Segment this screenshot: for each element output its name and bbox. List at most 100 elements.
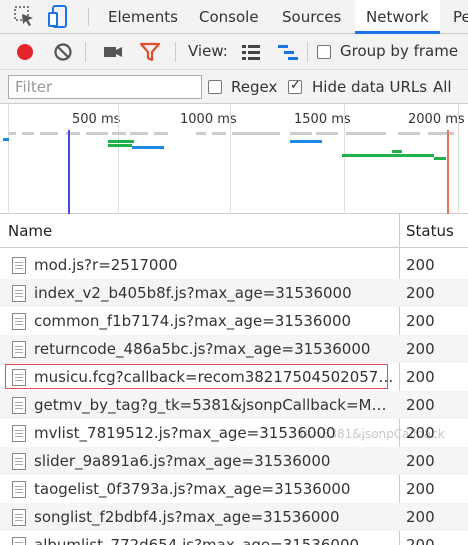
timeline-request-bar — [132, 146, 164, 149]
table-row[interactable]: songlist_f2bdbf4.js?max_age=31536000 200 — [0, 503, 468, 531]
timeline-activity-dash — [8, 132, 16, 135]
screenshot-camera-icon[interactable] — [102, 41, 124, 63]
regex-checkbox[interactable] — [208, 80, 222, 94]
request-status: 200 — [406, 340, 435, 358]
request-status: 200 — [406, 424, 435, 442]
request-name: returncode_486a5bc.js?max_age=31536000 — [34, 340, 371, 358]
table-row[interactable]: taogelist_0f3793a.js?max_age=31536000 20… — [0, 475, 468, 503]
timeline-tick-label: 500 ms — [72, 112, 121, 127]
load-event-line — [447, 130, 449, 214]
timeline-request-bar — [108, 140, 134, 143]
table-row[interactable]: mvlist_7819512.js?max_age=31536000 200 — [0, 419, 468, 447]
view-label: View: — [188, 42, 228, 60]
waterfall-icon[interactable] — [277, 41, 299, 63]
tab-network[interactable]: Network — [355, 0, 440, 34]
request-name: musicu.fcg?callback=recom382175045020579… — [34, 368, 394, 386]
request-status: 200 — [406, 368, 435, 386]
group-by-frame-label: Group by frame — [340, 42, 459, 60]
tab-console[interactable]: Console — [199, 0, 259, 34]
file-icon — [12, 453, 26, 470]
file-icon — [12, 341, 26, 358]
request-status: 200 — [406, 256, 435, 274]
timeline-activity-dash — [112, 132, 126, 135]
file-icon — [12, 537, 26, 545]
request-table-header: Name Status — [0, 214, 468, 248]
timeline-activity-dash — [196, 132, 206, 135]
request-name: common_f1b7174.js?max_age=31536000 — [34, 312, 352, 330]
request-status: 200 — [406, 480, 435, 498]
timeline-activity-dash — [22, 132, 34, 135]
file-icon — [12, 397, 26, 414]
request-name: mvlist_7819512.js?max_age=31536000 — [34, 424, 336, 442]
timeline-overview[interactable]: 500 ms 1000 ms 1500 ms 2000 ms — [0, 104, 468, 214]
timeline-gridline — [230, 104, 231, 214]
hide-data-urls-checkbox[interactable] — [288, 78, 302, 94]
timeline-tick-label: 1500 ms — [294, 112, 351, 127]
request-name: index_v2_b405b8f.js?max_age=31536000 — [34, 284, 352, 302]
request-status: 200 — [406, 396, 435, 414]
file-icon — [12, 313, 26, 330]
record-icon[interactable] — [14, 41, 36, 63]
table-row[interactable]: getmv_by_tag?g_tk=5381&jsonpCallback=Mus… — [0, 391, 468, 419]
filter-all-button[interactable]: All — [433, 78, 452, 96]
device-toggle-icon[interactable] — [46, 4, 72, 30]
request-status: 200 — [406, 536, 435, 545]
request-status: 200 — [406, 312, 435, 330]
toolbar-separator — [307, 42, 308, 62]
timeline-activity-dash — [428, 132, 454, 135]
timeline-request-bar — [290, 140, 322, 143]
timeline-tick-label: 2000 ms — [408, 112, 465, 127]
request-status: 200 — [406, 284, 435, 302]
tab-more[interactable]: Pe — [453, 0, 468, 34]
network-toolbar: View: Group by frame — [0, 34, 468, 70]
timeline-activity-dash — [154, 132, 168, 135]
cursor-select-icon[interactable] — [12, 4, 38, 30]
devtools-tab-bar: Elements Console Sources Network Pe — [0, 0, 468, 34]
timeline-gridline — [458, 104, 459, 214]
timeline-tick-label: 1000 ms — [180, 112, 237, 127]
table-row[interactable]: musicu.fcg?callback=recom382175045020579… — [0, 363, 468, 391]
timeline-request-bar — [108, 144, 132, 147]
table-row[interactable]: mod.js?r=2517000 200 — [0, 251, 468, 279]
timeline-activity-dash — [40, 132, 58, 135]
toolbar-separator — [175, 42, 176, 62]
timeline-activity-dash — [290, 132, 312, 135]
file-icon — [12, 425, 26, 442]
request-status: 200 — [406, 508, 435, 526]
tab-elements[interactable]: Elements — [108, 0, 178, 34]
large-rows-icon[interactable] — [240, 41, 262, 63]
filter-funnel-icon[interactable] — [139, 41, 161, 63]
regex-label: Regex — [231, 78, 278, 96]
file-icon — [12, 257, 26, 274]
request-table-body: tk=5381&jsonpCallback ode=0&data=%7B%22 … — [0, 249, 468, 545]
request-name: songlist_f2bdbf4.js?max_age=31536000 — [34, 508, 340, 526]
clear-icon[interactable] — [52, 41, 74, 63]
table-row[interactable]: albumlist_772d654.js?max_age=31536000 20… — [0, 531, 468, 545]
timeline-gridline — [118, 104, 119, 214]
request-name: getmv_by_tag?g_tk=5381&jsonpCallback=Mus… — [34, 396, 394, 414]
request-status: 200 — [406, 452, 435, 470]
table-row[interactable]: returncode_486a5bc.js?max_age=31536000 2… — [0, 335, 468, 363]
timeline-gridline — [8, 104, 9, 214]
group-by-frame-checkbox[interactable] — [317, 45, 331, 59]
toolbar-separator — [85, 42, 86, 62]
status-column-header[interactable]: Status — [406, 222, 454, 240]
name-column-header[interactable]: Name — [8, 222, 52, 240]
timeline-activity-dash — [232, 132, 280, 135]
table-row[interactable]: slider_9a891a6.js?max_age=31536000 200 — [0, 447, 468, 475]
tab-sources[interactable]: Sources — [282, 0, 341, 34]
filter-bar: Regex Hide data URLs All — [0, 70, 468, 104]
request-name: taogelist_0f3793a.js?max_age=31536000 — [34, 480, 351, 498]
table-row[interactable]: index_v2_b405b8f.js?max_age=31536000 200 — [0, 279, 468, 307]
dom-content-loaded-line — [68, 130, 70, 214]
timeline-request-bar — [3, 138, 9, 141]
table-row[interactable]: common_f1b7174.js?max_age=31536000 200 — [0, 307, 468, 335]
filter-input[interactable] — [8, 75, 202, 99]
timeline-activity-dash — [346, 132, 386, 135]
timeline-activity-dash — [130, 132, 148, 135]
timeline-gridline — [344, 104, 345, 214]
timeline-activity-dash — [316, 132, 338, 135]
file-icon — [12, 285, 26, 302]
timeline-activity-dash — [212, 132, 226, 135]
hide-data-urls-label: Hide data URLs — [312, 78, 428, 96]
